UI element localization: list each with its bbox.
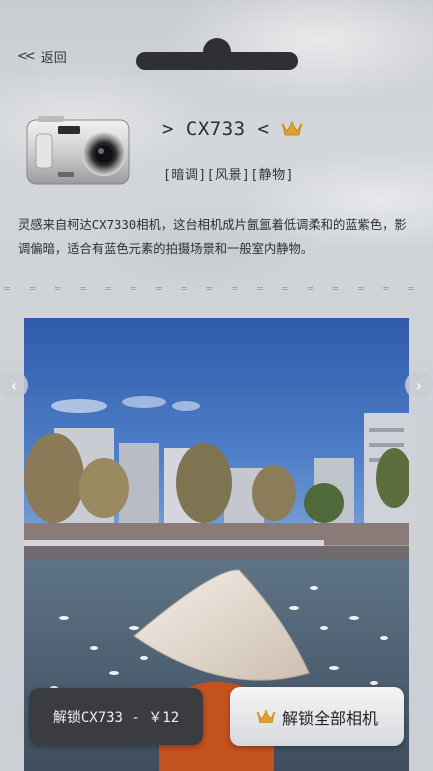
unlock-camera-label: 解锁CX733 - ￥12: [52, 709, 180, 726]
camera-description: 灵感来自柯达CX7330相机，这台相机成片氤氲着低调柔和的蓝紫色，影调偏暗，适合…: [18, 218, 407, 256]
back-label: 返回: [40, 50, 67, 66]
crown-icon: [281, 121, 304, 136]
chevron-left-icon: ‹: [10, 375, 18, 395]
section-divider: = = = = = = = = = = = = = = = = = = = = …: [4, 282, 431, 290]
camera-model-label: > CX733 <: [162, 118, 270, 140]
chevron-right-icon: ›: [415, 375, 423, 395]
unlock-camera-button[interactable]: 解锁CX733 - ￥12: [29, 688, 203, 745]
previous-arrow-button[interactable]: ‹: [0, 371, 28, 399]
slider-knob[interactable]: [203, 38, 231, 66]
camera-model-title: > CX733 <: [162, 118, 304, 140]
crown-icon: [256, 709, 276, 723]
camera-tags: [暗调][风景][静物]: [163, 168, 294, 183]
next-arrow-button[interactable]: ›: [405, 371, 433, 399]
unlock-all-label: 解锁全部相机: [281, 708, 378, 728]
double-chevron-left-icon: <<: [17, 48, 36, 64]
unlock-all-cameras-button[interactable]: 解锁全部相机: [230, 687, 404, 746]
camera-image: [26, 116, 130, 185]
back-button[interactable]: << 返回: [17, 47, 67, 66]
